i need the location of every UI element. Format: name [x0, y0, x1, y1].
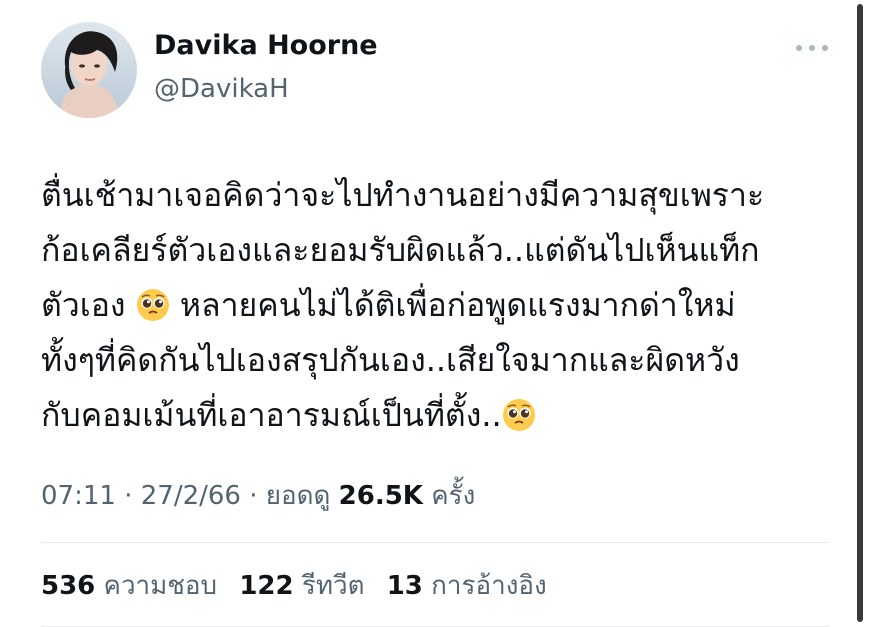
- quotes-label: การอ้างอิง: [431, 571, 547, 601]
- tweet-line: ก้อเคลียร์ตัวเองและยอมรับผิดแล้ว..แต่ดัน…: [41, 231, 760, 269]
- more-options-icon[interactable]: [796, 38, 828, 58]
- tweet-line: ตื่นเช้ามาเจอคิดว่าจะไปทำงานอย่างมีความส…: [41, 176, 765, 214]
- meta-separator: ·: [115, 481, 141, 511]
- views-suffix: ครั้ง: [431, 481, 476, 511]
- tweet-meta: 07:11 · 27/2/66 · ยอดดู 26.5K ครั้ง: [41, 475, 475, 516]
- retweets-label: รีทวีต: [301, 571, 365, 601]
- tweet-card: Davika Hoorne @DavikaH ตื่นเช้ามาเจอคิดว…: [0, 0, 870, 627]
- pleading-face-emoji: [502, 394, 536, 431]
- tweet-stats: 536 ความชอบ 122 รีทวีต 13 การอ้างอิง: [41, 565, 561, 606]
- tweet-line: ตัวเอง หลายคนไม่ได้ติเพื่อก่อพูดแรงมากด่…: [41, 278, 831, 333]
- likes-stat[interactable]: 536 ความชอบ: [41, 571, 217, 601]
- retweets-count: 122: [239, 571, 294, 601]
- avatar[interactable]: [41, 22, 137, 118]
- quotes-count: 13: [386, 571, 423, 601]
- pleading-face-emoji: [136, 284, 170, 321]
- likes-label: ความชอบ: [103, 571, 218, 601]
- quotes-stat[interactable]: 13 การอ้างอิง: [387, 571, 547, 601]
- likes-count: 536: [41, 571, 96, 601]
- author-name[interactable]: Davika Hoorne: [154, 30, 378, 61]
- tweet-line: ทั้งๆที่คิดกันไปเองสรุปกันเอง..เสียใจมาก…: [41, 341, 740, 379]
- tweet-line: กับคอมเม้นที่เอาอารมณ์เป็นที่ตั้ง..: [41, 388, 831, 443]
- divider: [41, 542, 829, 543]
- retweets-stat[interactable]: 122 รีทวีต: [239, 571, 364, 601]
- tweet-date[interactable]: 27/2/66: [141, 481, 241, 511]
- tweet-line-segment: หลายคนไม่ได้ติเพื่อก่อพูดแรงมากด่าใหม่: [179, 286, 736, 324]
- tweet-line-segment: ตัวเอง: [41, 286, 126, 324]
- author-handle[interactable]: @DavikaH: [154, 74, 289, 104]
- meta-separator: ·: [240, 481, 266, 511]
- tweet-time[interactable]: 07:11: [41, 481, 116, 511]
- scrollbar[interactable]: [857, 4, 863, 622]
- tweet-text: ตื่นเช้ามาเจอคิดว่าจะไปทำงานอย่างมีความส…: [41, 168, 831, 443]
- views-count: 26.5K: [338, 481, 423, 511]
- views-label: ยอดดู: [265, 481, 331, 511]
- tweet-line-segment: กับคอมเม้นที่เอาอารมณ์เป็นที่ตั้ง..: [41, 396, 502, 434]
